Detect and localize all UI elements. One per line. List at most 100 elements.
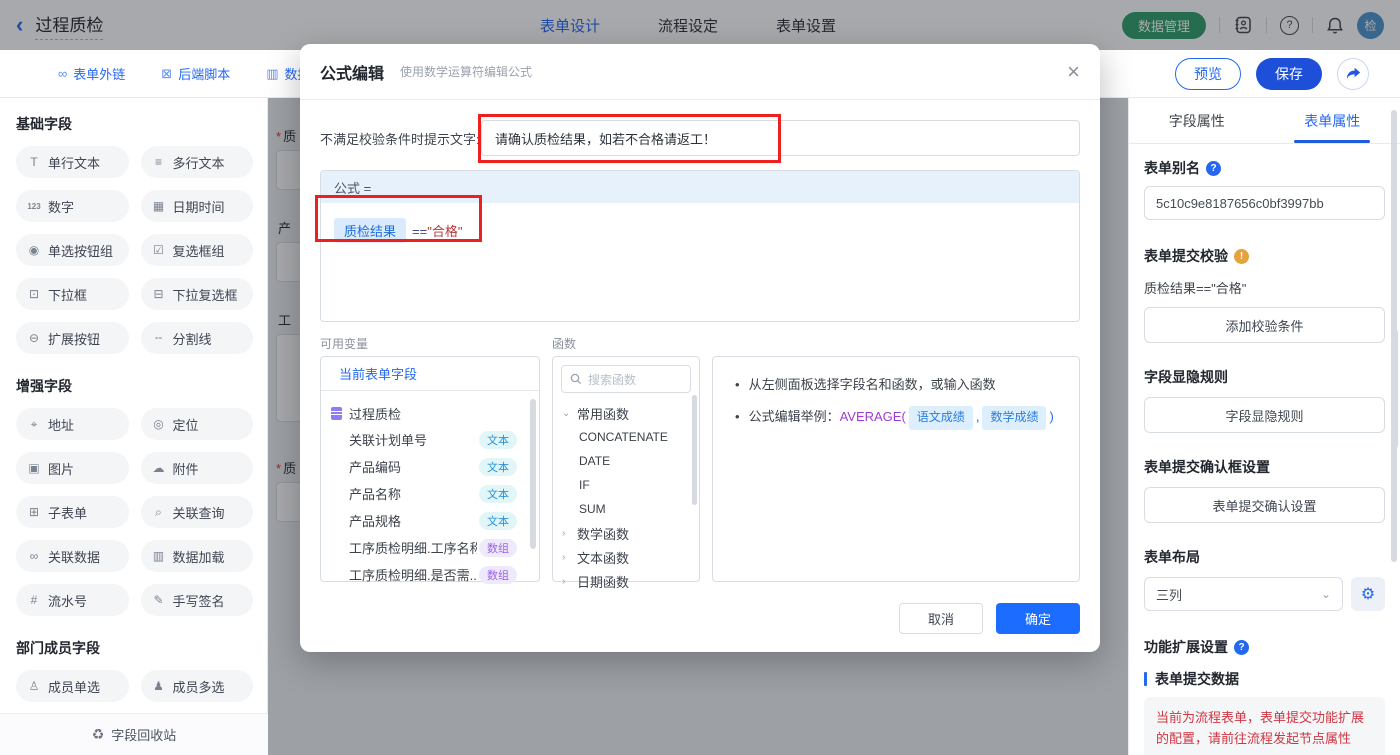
formula-expression[interactable]: 质检结果 =="合格" [321, 203, 1079, 258]
address-pin-icon: ⌖ [30, 416, 38, 431]
layout-select[interactable]: 三列 ⌄ [1144, 577, 1343, 611]
back-icon[interactable]: ‹ [16, 14, 23, 36]
close-icon[interactable]: × [1067, 60, 1080, 83]
field-label: 日期时间 [172, 199, 225, 215]
avatar[interactable]: 检 [1357, 11, 1384, 39]
modal-subtitle: 使用数学运算符编辑公式 [400, 65, 533, 79]
form-alias-input[interactable]: 5c10c9e8187656c0bf3997bb [1144, 186, 1385, 220]
link-label: 后端脚本 [178, 67, 231, 82]
document-icon [331, 406, 342, 420]
variable-row[interactable]: 工序质检明细.是否需... 数组 [331, 561, 529, 588]
field-item-relation-data[interactable]: ∞ 关联数据 [16, 540, 129, 572]
sidebar-scrollbar[interactable] [1391, 110, 1397, 562]
header-tabs: 表单设计 流程设定 表单设置 [540, 0, 836, 50]
variable-row[interactable]: 产品名称 文本 [331, 480, 529, 507]
field-item-location[interactable]: ◎ 定位 [140, 408, 253, 440]
help-icon[interactable]: ? [1206, 160, 1221, 176]
field-item-serial-number[interactable]: # 流水号 [16, 584, 129, 616]
tree-root-form[interactable]: 过程质检 [331, 400, 529, 426]
field-item-multi-text[interactable]: ≡ 多行文本 [140, 146, 253, 178]
function-item-date[interactable]: DATE [553, 449, 699, 473]
formula-editor-header: 公式 = [321, 171, 1079, 203]
function-group-common[interactable]: ⌄ 常用函数 [553, 401, 699, 425]
field-item-divider[interactable]: ╌ 分割线 [140, 322, 253, 354]
field-item-relation-query[interactable]: ⌕ 关联查询 [140, 496, 253, 528]
tip-row: 不满足校验条件时提示文字: 请确认质检结果，如若不合格请返工！ [320, 120, 1080, 156]
help-icon[interactable]: ? [1234, 639, 1249, 655]
field-item-single-text[interactable]: T 单行文本 [16, 146, 129, 178]
field-item-datetime[interactable]: ▦ 日期时间 [140, 190, 253, 222]
current-form-fields-tab[interactable]: 当前表单字段 [321, 357, 539, 391]
variable-row[interactable]: 产品规格 文本 [331, 507, 529, 534]
field-item-extend-button[interactable]: ⊖ 扩展按钮 [16, 322, 129, 354]
field-item-member-single[interactable]: ♙ 成员单选 [16, 670, 129, 702]
save-button[interactable]: 保存 [1256, 57, 1322, 90]
heading-text: 字段显隐规则 [1144, 369, 1228, 385]
field-item-member-multi[interactable]: ♟ 成员多选 [140, 670, 253, 702]
type-badge: 文本 [479, 430, 517, 449]
tab-form-design[interactable]: 表单设计 [540, 15, 600, 36]
visibility-heading: 字段显隐规则 [1144, 367, 1385, 387]
example-chip: 数学成绩 [982, 406, 1047, 430]
section-title-enhanced: 增强字段 [16, 378, 72, 394]
tab-form-setting[interactable]: 表单设置 [776, 15, 836, 36]
field-item-attachment[interactable]: ☁ 附件 [140, 452, 253, 484]
variable-row[interactable]: 关联计划单号 文本 [331, 426, 529, 453]
confirm-box-heading: 表单提交确认框设置 [1144, 457, 1385, 477]
field-item-multi-dropdown[interactable]: ⊟ 下拉复选框 [140, 278, 253, 310]
function-search-input[interactable]: 搜索函数 [561, 365, 691, 393]
data-manage-button[interactable]: 数据管理 [1121, 11, 1206, 39]
field-item-address[interactable]: ⌖ 地址 [16, 408, 129, 440]
function-group-math[interactable]: › 数学函数 [553, 521, 699, 545]
layout-gear-button[interactable]: ⚙ [1351, 577, 1385, 611]
tip-message-input[interactable]: 请确认质检结果，如若不合格请返工！ [481, 120, 1080, 156]
visibility-rules-button[interactable]: 字段显隐规则 [1144, 397, 1385, 433]
warning-icon[interactable]: ! [1234, 248, 1249, 264]
tab-field-properties[interactable]: 字段属性 [1129, 98, 1265, 143]
external-link-button[interactable]: ∞ 表单外链 [58, 64, 125, 83]
formula-editor[interactable]: 公式 = 质检结果 =="合格" [320, 170, 1080, 322]
function-item-if[interactable]: IF [553, 473, 699, 497]
section-title-basic: 基础字段 [16, 116, 72, 132]
add-condition-button[interactable]: 添加校验条件 [1144, 307, 1385, 343]
field-item-subform[interactable]: ⊞ 子表单 [16, 496, 129, 528]
modal-title: 公式编辑 [320, 65, 385, 83]
variable-row[interactable]: 工序质检明细.工序名称 数组 [331, 534, 529, 561]
preview-button[interactable]: 预览 [1175, 57, 1241, 90]
tab-flow-setting[interactable]: 流程设定 [658, 15, 718, 36]
field-item-checkbox-group[interactable]: ☑ 复选框组 [140, 234, 253, 266]
help-icon[interactable]: ? [1280, 15, 1299, 35]
functions-scrollbar[interactable] [692, 395, 697, 505]
function-item-sum[interactable]: SUM [553, 497, 699, 521]
field-item-dropdown[interactable]: ⊡ 下拉框 [16, 278, 129, 310]
submit-confirm-button[interactable]: 表单提交确认设置 [1144, 487, 1385, 523]
enhanced-fields-grid: ⌖ 地址 ◎ 定位 ▣ 图片 ☁ 附件 ⊞ 子表单 ⌕ 关联查询 ∞ 关联数据 ▥ 数据加载 #… [16, 408, 253, 616]
field-item-image[interactable]: ▣ 图片 [16, 452, 129, 484]
function-group-text[interactable]: › 文本函数 [553, 545, 699, 569]
backend-script-button[interactable]: ⊠ 后端脚本 [161, 64, 230, 83]
chevron-right-icon: › [562, 575, 566, 587]
group-label: 常用函数 [577, 406, 630, 422]
function-item-concatenate[interactable]: CONCATENATE [553, 425, 699, 449]
field-item-data-load[interactable]: ▥ 数据加载 [140, 540, 253, 572]
tab-form-properties[interactable]: 表单属性 [1265, 98, 1400, 143]
heading-text: 表单布局 [1144, 549, 1200, 565]
flow-form-warning: 当前为流程表单，表单提交功能扩展的配置，请前往流程发起节点属性 [1144, 697, 1385, 755]
field-item-signature[interactable]: ✎ 手写签名 [140, 584, 253, 616]
variable-row[interactable]: 产品编码 文本 [331, 453, 529, 480]
variables-scrollbar[interactable] [530, 399, 536, 549]
field-item-number[interactable]: 123 数字 [16, 190, 129, 222]
field-chip[interactable]: 质检结果 [334, 218, 407, 243]
confirm-button[interactable]: 确定 [996, 603, 1080, 634]
contacts-icon[interactable] [1233, 15, 1253, 35]
field-item-radio-group[interactable]: ◉ 单选按钮组 [16, 234, 129, 266]
basic-fields-grid: T 单行文本 ≡ 多行文本 123 数字 ▦ 日期时间 ◉ 单选按钮组 ☑ 复选框组 ⊡ 下拉… [16, 146, 253, 354]
function-group-date[interactable]: › 日期函数 [553, 569, 699, 593]
variable-name: 关联计划单号 [349, 433, 428, 448]
subform-icon: ⊞ [28, 505, 40, 519]
share-button[interactable] [1337, 57, 1369, 90]
field-recycle-bin[interactable]: ♻ 字段回收站 [0, 713, 268, 755]
cancel-button[interactable]: 取消 [899, 603, 983, 634]
notification-bell-icon[interactable] [1326, 16, 1344, 35]
script-icon: ⊠ [161, 65, 173, 81]
